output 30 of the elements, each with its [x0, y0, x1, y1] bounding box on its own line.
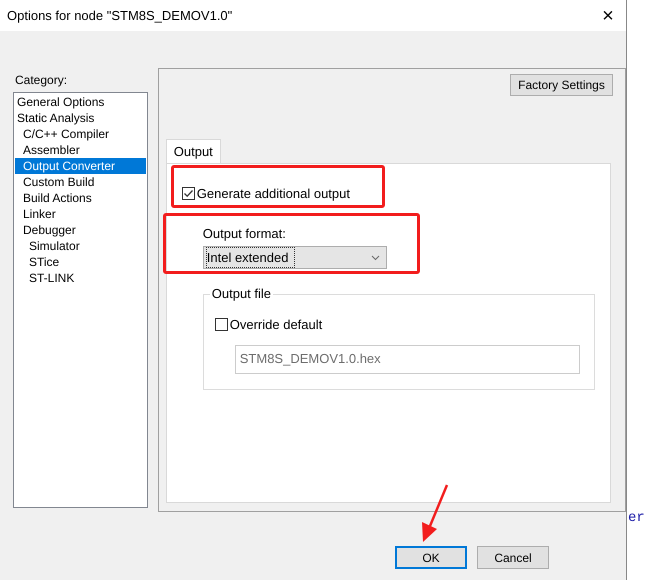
checkbox[interactable]: [182, 187, 195, 200]
ok-button[interactable]: OK: [395, 546, 467, 569]
window-title: Options for node "STM8S_DEMOV1.0": [7, 6, 232, 25]
category-item[interactable]: Simulator: [15, 238, 146, 254]
category-item[interactable]: Assembler: [15, 142, 146, 158]
category-item[interactable]: STice: [15, 254, 146, 270]
category-item[interactable]: ST-LINK: [15, 270, 146, 286]
category-item[interactable]: Build Actions: [15, 190, 146, 206]
factory-settings-button[interactable]: Factory Settings: [510, 74, 613, 96]
output-format-dropdown[interactable]: Intel extended: [202, 246, 387, 269]
close-button[interactable]: ×: [598, 6, 618, 26]
checkbox[interactable]: [214, 318, 228, 332]
cancel-button[interactable]: Cancel: [477, 546, 549, 569]
output-file-field[interactable]: STM8S_DEMOV1.0.hex: [234, 344, 580, 374]
category-item[interactable]: Linker: [15, 206, 146, 222]
category-label: Category:: [14, 72, 68, 89]
category-item[interactable]: Custom Build: [15, 174, 146, 190]
category-item[interactable]: Static Analysis: [15, 110, 146, 126]
category-item[interactable]: Debugger: [15, 222, 146, 238]
chevron-down-icon: [370, 254, 380, 260]
generate-output-label: Generate additional output: [196, 185, 350, 203]
group-legend: Output file: [210, 286, 274, 301]
check-icon: [182, 188, 194, 200]
category-item[interactable]: C/C++ Compiler: [15, 126, 146, 142]
category-item[interactable]: Output Converter: [15, 158, 146, 174]
output-format-label: Output format:: [202, 224, 287, 243]
output-tab[interactable]: Output: [166, 139, 221, 163]
code-text: er: [628, 509, 645, 528]
override-default-label: Override default: [230, 316, 322, 334]
category-item[interactable]: General Options: [15, 94, 146, 110]
